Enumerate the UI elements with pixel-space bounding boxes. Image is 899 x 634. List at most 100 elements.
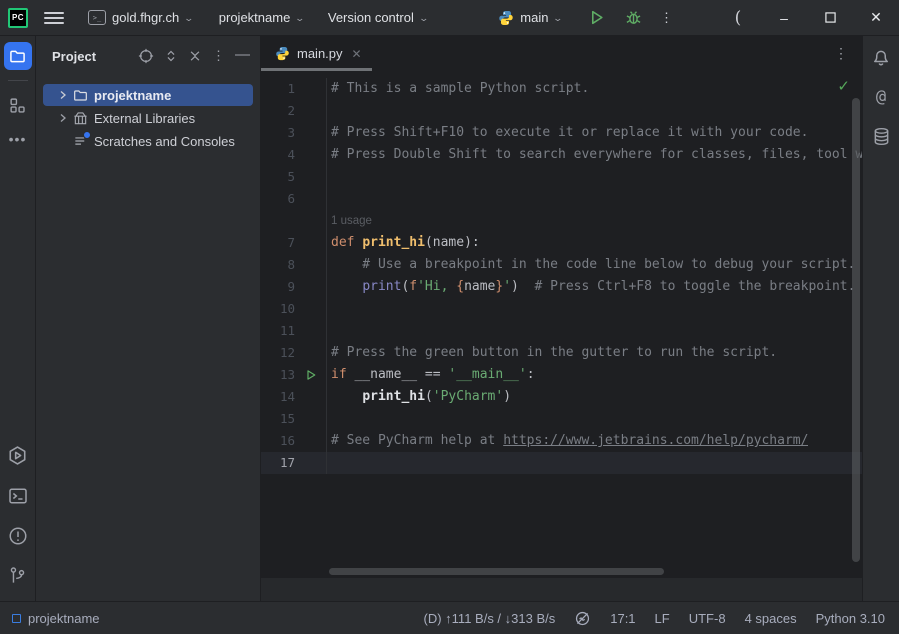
database-button[interactable]: [872, 127, 891, 146]
title-bar: PC >_ gold.fhgr.ch ⌄ projektname ⌄ Versi…: [0, 0, 899, 36]
close-button[interactable]: ✕: [853, 0, 899, 35]
remote-host-widget[interactable]: >_ gold.fhgr.ch ⌄: [82, 6, 199, 29]
hide-panel-button[interactable]: —: [235, 46, 250, 63]
editor-line-10[interactable]: 10: [261, 298, 862, 320]
run-configuration-widget[interactable]: main ⌄: [492, 6, 568, 30]
more-actions-button[interactable]: ⋮: [654, 6, 679, 30]
tree-item-projektname[interactable]: projektname: [43, 84, 253, 106]
line-number: 9: [261, 276, 295, 298]
indent-widget[interactable]: 4 spaces: [745, 611, 797, 626]
line-number: 6: [261, 188, 295, 210]
editor-line-2[interactable]: 2: [261, 100, 862, 122]
version-control-tool-button[interactable]: [8, 566, 27, 585]
ai-swirl-icon: @: [876, 87, 886, 107]
editor-line-5[interactable]: 5: [261, 166, 862, 188]
collapse-all-button[interactable]: [188, 49, 202, 63]
editor-line-11[interactable]: 11: [261, 320, 862, 342]
editor-line-4[interactable]: 4# Press Double Shift to search everywhe…: [261, 144, 862, 166]
vertical-scrollbar[interactable]: [852, 98, 860, 562]
git-branch-icon: [8, 566, 27, 585]
tree-item-label: projektname: [94, 88, 171, 103]
editor-line-1[interactable]: 1# This is a sample Python script.: [261, 78, 862, 100]
folder-icon: [71, 88, 89, 103]
moon-icon: (: [735, 8, 742, 28]
minimize-icon: –: [780, 10, 788, 26]
notifications-button[interactable]: [871, 47, 891, 67]
chevron-right-icon[interactable]: [55, 113, 71, 123]
editor-line-12[interactable]: 12# Press the green button in the gutter…: [261, 342, 862, 364]
folder-icon: [9, 48, 26, 65]
remote-terminal-icon: >_: [88, 10, 106, 25]
main-menu-button[interactable]: [44, 12, 64, 24]
line-number: 4: [261, 144, 295, 166]
more-tool-windows-button[interactable]: •••: [9, 131, 27, 147]
maximize-icon: [825, 12, 836, 23]
editor-options-button[interactable]: ⋮: [820, 45, 862, 62]
line-number: 12: [261, 342, 295, 364]
status-project-widget[interactable]: projektname: [12, 611, 100, 626]
library-icon: [71, 111, 89, 126]
editor-line-3[interactable]: 3# Press Shift+F10 to execute it or repl…: [261, 122, 862, 144]
project-tool-button[interactable]: [4, 42, 32, 70]
usage-inlay-hint[interactable]: 1 usage: [331, 215, 372, 227]
editor-inlay-row[interactable]: 1 usage: [261, 210, 862, 232]
chevron-down-icon: ⌄: [418, 13, 429, 24]
editor-line-8[interactable]: 8 # Use a breakpoint in the code line be…: [261, 254, 862, 276]
maximize-button[interactable]: [807, 0, 853, 35]
line-number: [261, 210, 295, 232]
tree-item-external-libraries[interactable]: External Libraries: [43, 107, 253, 129]
run-line-icon[interactable]: [305, 369, 317, 381]
bell-icon: [871, 47, 891, 67]
horizontal-scrollbar[interactable]: [329, 568, 664, 575]
status-bar: projektname (D) ↑111 B/s / ↓313 B/s 17:1…: [0, 601, 899, 634]
line-number: 2: [261, 100, 295, 122]
close-icon: ✕: [870, 9, 882, 26]
ai-assistant-button[interactable]: @: [876, 87, 886, 107]
line-separator-widget[interactable]: LF: [655, 611, 670, 626]
editor-line-17[interactable]: 17: [261, 452, 862, 474]
left-tool-stripe: •••: [0, 36, 36, 601]
editor-line-6[interactable]: 6: [261, 188, 862, 210]
code-editor[interactable]: 1# This is a sample Python script.23# Pr…: [261, 71, 862, 578]
services-tool-button[interactable]: [7, 445, 28, 466]
problems-tool-button[interactable]: [8, 526, 28, 546]
chevron-right-icon[interactable]: [55, 90, 71, 100]
network-speed-indicator[interactable]: (D) ↑111 B/s / ↓313 B/s: [424, 611, 556, 626]
interpreter-widget[interactable]: Python 3.10: [816, 611, 885, 626]
locate-target-icon: [138, 48, 154, 64]
debug-button[interactable]: [619, 5, 648, 30]
editor-line-9[interactable]: 9 print(f'Hi, {name}') # Press Ctrl+F8 t…: [261, 276, 862, 298]
chevron-down-icon: ⌄: [184, 13, 195, 24]
encoding-widget[interactable]: UTF-8: [689, 611, 726, 626]
caret-position-widget[interactable]: 17:1: [610, 611, 635, 626]
run-button[interactable]: [582, 5, 611, 30]
vcs-widget[interactable]: Version control ⌄: [322, 6, 434, 29]
tab-close-icon[interactable]: ✕: [352, 47, 362, 61]
terminal-tool-button[interactable]: [8, 486, 28, 506]
locate-file-button[interactable]: [138, 48, 154, 64]
line-number: 3: [261, 122, 295, 144]
highlighting-level-button[interactable]: [574, 610, 591, 627]
project-widget[interactable]: projektname ⌄: [213, 6, 310, 29]
stripe-separator: [8, 80, 28, 81]
tab-main-py[interactable]: main.py ✕: [261, 36, 372, 71]
editor-line-7[interactable]: 7def print_hi(name):: [261, 232, 862, 254]
minimize-button[interactable]: –: [761, 0, 807, 35]
editor-line-16[interactable]: 16# See PyCharm help at https://www.jetb…: [261, 430, 862, 452]
project-panel-title: Project: [52, 49, 96, 64]
expand-all-button[interactable]: [164, 49, 178, 63]
panel-options-button[interactable]: ⋮: [212, 48, 225, 64]
highlighting-off-icon: [574, 610, 591, 627]
editor-line-14[interactable]: 14 print_hi('PyCharm'): [261, 386, 862, 408]
project-tree: projektname External Libraries: [36, 76, 260, 153]
tree-item-scratches[interactable]: Scratches and Consoles: [43, 130, 253, 152]
services-icon: [7, 445, 28, 466]
project-name-label: projektname: [219, 10, 291, 25]
line-number: 14: [261, 386, 295, 408]
editor-line-13[interactable]: 13if __name__ == '__main__':: [261, 364, 862, 386]
inspection-ok-icon[interactable]: ✓: [837, 77, 850, 95]
structure-icon: [9, 97, 26, 114]
theme-moon-button[interactable]: (: [715, 0, 761, 35]
structure-tool-button[interactable]: [4, 91, 32, 119]
editor-line-15[interactable]: 15: [261, 408, 862, 430]
